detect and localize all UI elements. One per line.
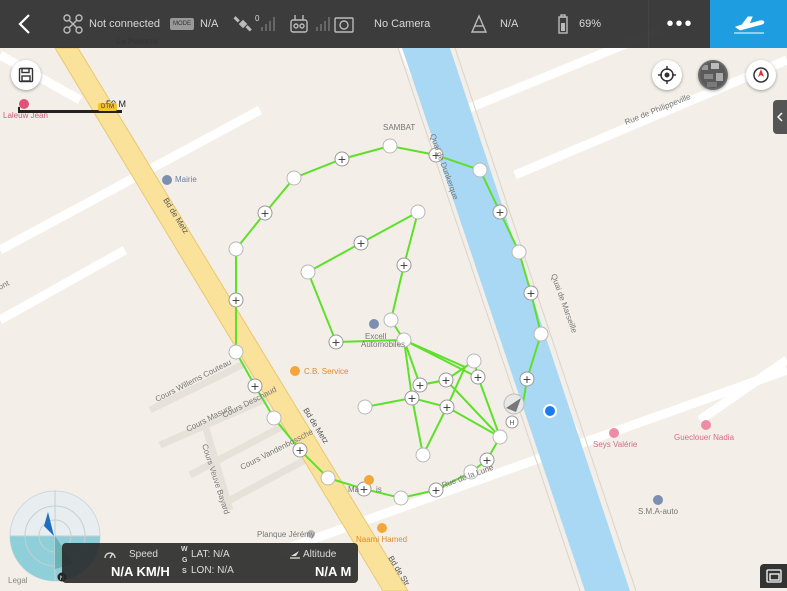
camera-status[interactable]: No Camera — [334, 0, 430, 48]
wgs-g: G — [182, 557, 188, 564]
back-button[interactable] — [0, 0, 48, 48]
telemetry-panel: Speed N/A KM/H W G S LAT: N/A LON: N/A A… — [62, 543, 358, 583]
pip-icon — [765, 569, 782, 583]
map-legal-link[interactable]: Legal — [8, 576, 28, 585]
picture-in-picture-button[interactable] — [760, 564, 787, 588]
altitude-label: Altitude — [303, 549, 337, 560]
battery-status[interactable]: 69% — [557, 0, 601, 48]
camera-icon — [334, 17, 354, 33]
collapse-panel-tab[interactable] — [773, 100, 787, 134]
top-status-bar: Not connected MODE N/A 0 No Camera N/A 6… — [0, 0, 787, 48]
signal-bars-icon — [261, 17, 276, 31]
speed-label: Speed — [129, 549, 158, 560]
longitude-value: LON: N/A — [191, 565, 234, 576]
altitude-mode-value: N/A — [500, 18, 519, 30]
airplane-takeoff-icon — [733, 16, 764, 34]
chevron-left-icon — [18, 14, 30, 34]
remote-controller-status[interactable] — [290, 0, 336, 48]
altitude-icon — [290, 551, 300, 559]
chevron-left-small-icon — [777, 112, 783, 122]
dtm-badge[interactable]: DTM — [98, 103, 117, 111]
flight-mode-status[interactable]: MODE N/A — [170, 0, 218, 48]
battery-value: 69% — [579, 18, 602, 30]
save-mission-button[interactable] — [11, 60, 41, 90]
aircraft-status-text: Not connected — [89, 18, 160, 30]
altitude-mode-icon — [470, 14, 488, 33]
save-icon — [18, 67, 34, 83]
speed-value: N/A KM/H — [111, 564, 170, 579]
compass-lock-icon — [753, 67, 769, 83]
wgs-s: S — [182, 568, 187, 575]
more-label: ••• — [666, 12, 694, 35]
mode-icon: MODE — [170, 18, 194, 30]
satellite-map-icon — [700, 62, 726, 88]
compass-orientation-button[interactable] — [746, 60, 776, 90]
aircraft-status[interactable]: Not connected — [63, 0, 160, 48]
camera-status-text: No Camera — [374, 18, 431, 30]
map-scale: 50 M DTM — [18, 99, 132, 115]
locate-me-button[interactable] — [652, 60, 682, 90]
latitude-value: LAT: N/A — [191, 549, 230, 560]
altitude-value: N/A M — [315, 564, 352, 579]
map-layer-button[interactable] — [698, 60, 728, 90]
gps-count: 0 — [255, 13, 260, 23]
more-options-button[interactable]: ••• — [648, 0, 711, 48]
drone-icon — [63, 14, 83, 34]
crosshair-icon — [658, 66, 676, 84]
speed-icon — [104, 552, 116, 559]
rc-signal-bars-icon — [316, 17, 330, 31]
remote-controller-icon — [290, 15, 308, 33]
battery-icon — [558, 14, 568, 34]
satellite-icon — [233, 16, 252, 32]
mode-value: N/A — [200, 18, 219, 30]
wgs-w: W — [181, 546, 188, 553]
gps-status[interactable]: 0 — [233, 0, 281, 48]
takeoff-button[interactable] — [710, 0, 787, 48]
altitude-mode-status[interactable]: N/A — [470, 0, 518, 48]
